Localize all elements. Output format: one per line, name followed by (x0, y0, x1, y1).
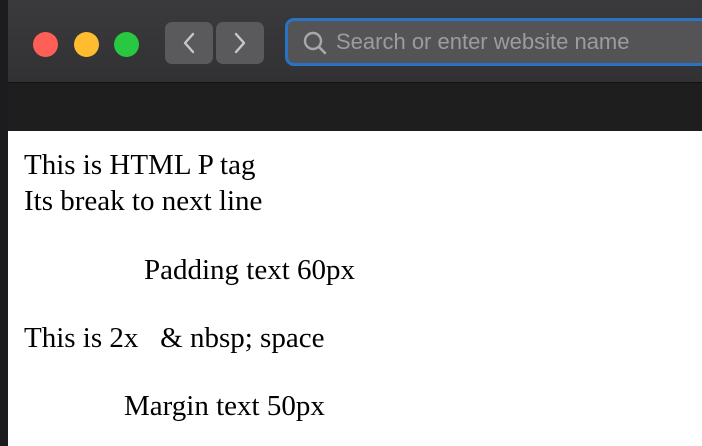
chevron-right-icon (234, 32, 246, 54)
back-button[interactable] (165, 22, 213, 64)
minimize-window-button[interactable] (74, 32, 99, 57)
tab-bar (8, 83, 702, 131)
title-bar (8, 0, 702, 83)
address-bar[interactable] (285, 18, 702, 66)
padding-text: Padding text 60px (144, 254, 356, 286)
forward-button[interactable] (216, 22, 264, 64)
margin-text: Margin text 50px (124, 390, 325, 422)
address-input[interactable] (336, 27, 702, 57)
search-icon (302, 30, 328, 61)
line-break-text: Its break to next line (24, 185, 263, 217)
zoom-window-button[interactable] (114, 32, 139, 57)
nbsp-text: This is 2x & nbsp; space (24, 322, 325, 354)
close-window-button[interactable] (33, 32, 58, 57)
chevron-left-icon (183, 32, 195, 54)
paragraph-text: This is HTML P tag (24, 149, 256, 181)
page-content: This is HTML P tag Its break to next lin… (8, 131, 702, 446)
browser-window: This is HTML P tag Its break to next lin… (8, 0, 702, 446)
